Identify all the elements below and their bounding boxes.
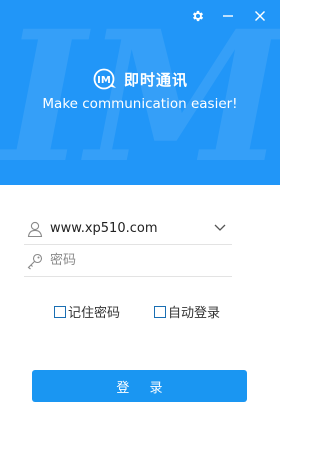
slogan: Make communication easier! — [42, 96, 238, 112]
auto-login-checkbox[interactable]: 自动登录 — [154, 302, 220, 321]
login-window: IM IM 即时通讯 Make communication easier! ww… — [0, 0, 280, 460]
username-field — [24, 214, 232, 245]
chevron-down-icon[interactable] — [214, 223, 226, 233]
username-input[interactable] — [50, 217, 210, 239]
remember-password-box[interactable] — [54, 305, 66, 318]
password-field — [24, 246, 232, 277]
watermark-text: IM — [0, 0, 280, 185]
auto-login-label: 自动登录 — [168, 306, 221, 321]
login-options: 记住密码 自动登录 — [54, 302, 234, 321]
header-banner: IM IM 即时通讯 Make communication easier! — [0, 0, 280, 185]
settings-button[interactable] — [188, 6, 208, 26]
login-button[interactable]: 登 录 — [32, 370, 247, 402]
auto-login-box[interactable] — [154, 305, 166, 318]
remember-password-label: 记住密码 — [68, 306, 121, 321]
key-icon — [27, 253, 43, 270]
gear-icon — [192, 10, 204, 22]
close-icon — [255, 11, 265, 21]
logo-text: IM — [97, 75, 111, 86]
minimize-icon — [223, 15, 233, 17]
minimize-button[interactable] — [218, 6, 238, 26]
app-name: 即时通讯 — [123, 70, 188, 89]
close-button[interactable] — [250, 6, 270, 26]
password-input[interactable] — [50, 249, 210, 271]
brand: IM 即时通讯 — [0, 68, 280, 90]
user-icon — [27, 221, 43, 238]
im-watermark: IM — [0, 0, 280, 185]
app-logo: IM — [93, 68, 116, 90]
remember-password-checkbox[interactable]: 记住密码 — [54, 302, 120, 321]
